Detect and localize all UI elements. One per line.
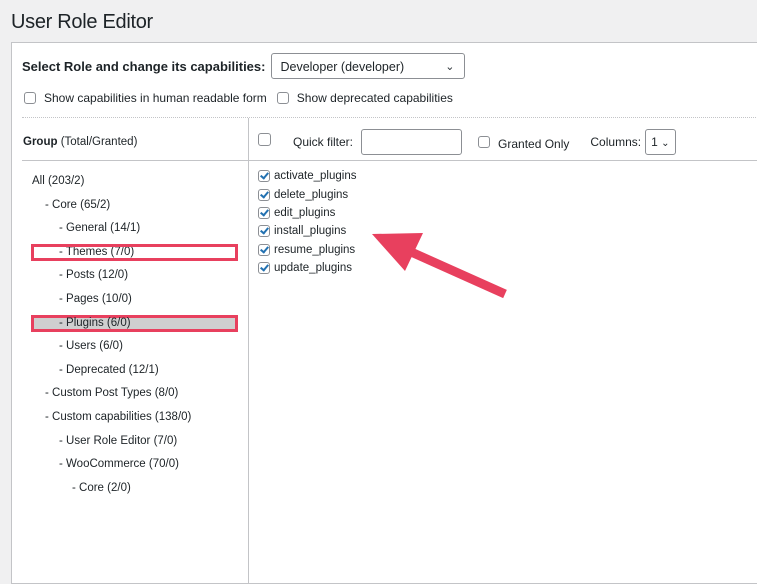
arrow-shaft (398, 242, 507, 299)
annotation-arrow-icon (372, 233, 507, 299)
